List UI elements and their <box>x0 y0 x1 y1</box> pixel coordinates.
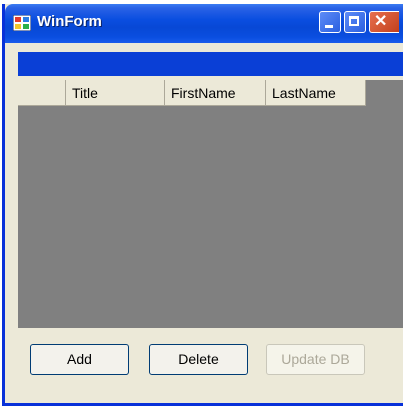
update-db-button[interactable]: Update DB <box>266 344 365 375</box>
add-button[interactable]: Add <box>30 344 129 375</box>
close-button[interactable]: ✕ <box>369 11 399 33</box>
app-window: WinForm ✕ Title FirstName LastName Add D… <box>2 4 403 406</box>
column-header-firstname[interactable]: FirstName <box>165 80 266 106</box>
window-title: WinForm <box>37 13 102 30</box>
maximize-icon <box>349 16 359 26</box>
minimize-icon <box>325 25 333 28</box>
minimize-button[interactable] <box>319 11 341 33</box>
column-header-title[interactable]: Title <box>66 80 165 106</box>
delete-button[interactable]: Delete <box>149 344 248 375</box>
column-header-lastname[interactable]: LastName <box>266 80 366 106</box>
maximize-button[interactable] <box>344 11 366 33</box>
app-icon <box>13 15 31 31</box>
menu-strip <box>18 52 403 76</box>
title-bar[interactable]: WinForm ✕ <box>5 4 403 43</box>
close-icon: ✕ <box>374 13 388 30</box>
row-header-corner[interactable] <box>18 80 66 106</box>
data-grid[interactable]: Title FirstName LastName <box>18 80 403 328</box>
grid-header: Title FirstName LastName <box>18 80 366 106</box>
